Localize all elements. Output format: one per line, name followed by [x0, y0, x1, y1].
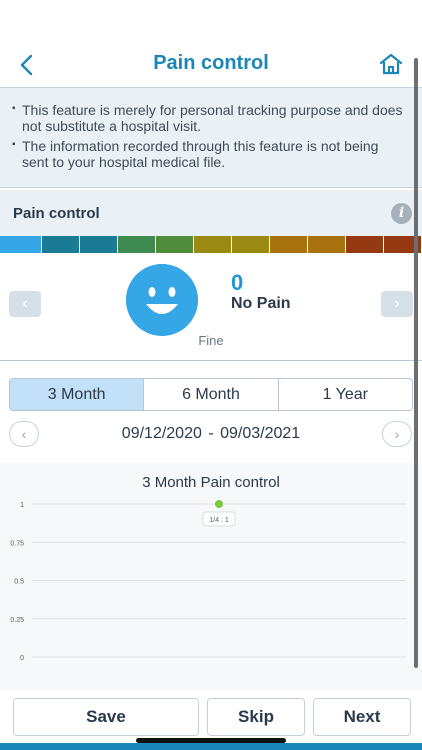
period-selector: 3 Month 6 Month 1 Year — [9, 378, 413, 411]
notice-text: This feature is merely for personal trac… — [22, 102, 403, 134]
scrollbar[interactable] — [414, 58, 418, 668]
data-label: 1/4 : 1 — [209, 517, 229, 524]
section-header: Pain control — [0, 190, 422, 236]
end-date: 09/03/2021 — [220, 425, 301, 442]
pain-scale-segment[interactable] — [0, 236, 42, 253]
pain-chart: 1 0.75 0.5 0.25 0 1/4 : 1 — [10, 500, 406, 662]
range-panel — [0, 362, 422, 462]
save-button[interactable]: Save — [13, 698, 199, 736]
pain-scale-segment[interactable] — [194, 236, 232, 253]
bullet-icon: ▪ — [12, 139, 16, 150]
pain-scale-segment[interactable] — [118, 236, 156, 253]
bullet-icon: ▪ — [12, 103, 16, 114]
pain-scale-segment[interactable] — [270, 236, 308, 253]
notice-text: The information recorded through this fe… — [22, 138, 379, 170]
pain-scale-segment[interactable] — [232, 236, 270, 253]
tab-1-year[interactable]: 1 Year — [279, 379, 412, 410]
next-level-button[interactable]: › — [381, 291, 413, 317]
pain-scale-segment[interactable] — [80, 236, 118, 253]
date-range: 09/12/2020 - 09/03/2021 — [0, 425, 422, 443]
y-tick-label: 0.5 — [14, 579, 24, 586]
section-title: Pain control — [13, 205, 100, 222]
pain-scale-segment[interactable] — [42, 236, 80, 253]
home-icon[interactable] — [378, 51, 404, 77]
pain-scale-bar[interactable] — [0, 236, 422, 253]
y-tick-label: 0.25 — [10, 617, 24, 624]
disclaimer-notice: ▪ This feature is merely for personal tr… — [0, 88, 422, 188]
bottom-accent-stripe — [0, 743, 422, 750]
tab-3-month[interactable]: 3 Month — [10, 379, 145, 410]
next-button[interactable]: Next — [313, 698, 411, 736]
y-tick-label: 0 — [20, 655, 24, 662]
pain-value: 0 — [231, 270, 244, 295]
face-label: Fine — [198, 333, 224, 348]
previous-level-button[interactable]: ‹ — [9, 291, 41, 317]
pain-scale-segment[interactable] — [308, 236, 346, 253]
notice-item: ▪ The information recorded through this … — [12, 138, 408, 170]
smiley-face-icon — [126, 264, 198, 336]
y-tick-label: 0.75 — [10, 540, 24, 547]
page-title: Pain control — [153, 52, 269, 74]
home-indicator — [136, 738, 286, 743]
tab-6-month[interactable]: 6 Month — [144, 379, 279, 410]
pain-scale-segment[interactable] — [156, 236, 194, 253]
notice-item: ▪ This feature is merely for personal tr… — [12, 102, 408, 134]
y-tick-label: 1 — [20, 502, 24, 509]
pain-scale-segment[interactable] — [346, 236, 384, 253]
data-point[interactable] — [215, 500, 223, 508]
skip-button[interactable]: Skip — [207, 698, 305, 736]
pain-label: No Pain — [231, 295, 291, 312]
start-date: 09/12/2020 — [121, 425, 202, 442]
date-separator: - — [208, 425, 214, 442]
info-icon[interactable]: i — [391, 203, 412, 224]
